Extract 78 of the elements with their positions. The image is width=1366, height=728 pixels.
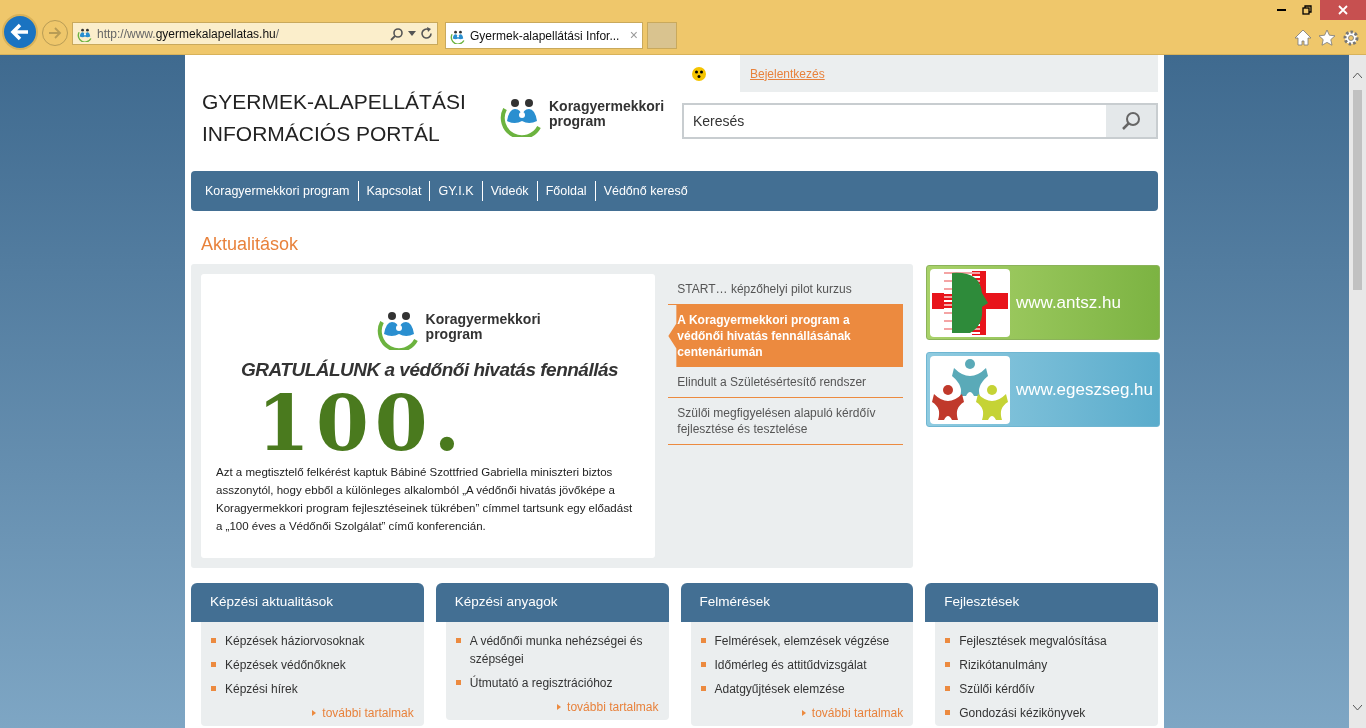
nav-link[interactable]: Videók xyxy=(482,181,537,201)
close-button[interactable] xyxy=(1320,0,1366,20)
bullet-icon xyxy=(945,710,951,715)
box-link[interactable]: Adatgyűjtések elemzése xyxy=(714,680,845,698)
big-number-graphic: 100. xyxy=(257,384,467,463)
scrollbar[interactable] xyxy=(1349,55,1366,728)
slide-headline: GRATULÁLUNK a védőnői hivatás fennállás xyxy=(241,358,619,382)
nav-link[interactable]: Főoldal xyxy=(537,181,595,201)
nav-link[interactable]: Védőnő kereső xyxy=(595,181,696,201)
cross-and-profile-icon xyxy=(930,268,1010,337)
box-link[interactable]: Rizikótanulmány xyxy=(959,656,1048,674)
banner-url: www.egeszseg.hu xyxy=(1016,378,1154,401)
box-link[interactable]: Útmutató a regisztrációhoz xyxy=(469,674,613,692)
box-link[interactable]: Képzések védőnőknek xyxy=(225,656,346,674)
bullet-icon xyxy=(700,638,706,643)
nav-link[interactable]: Kapcsolat xyxy=(358,181,430,201)
star-icon[interactable] xyxy=(1318,29,1336,46)
bullet-icon xyxy=(945,638,951,643)
tab-title: Gyermek-alapellátási Infor... xyxy=(470,27,621,45)
logo-text: Koragyermekkori xyxy=(425,312,541,327)
bullet-icon xyxy=(700,686,706,691)
box-link[interactable]: Gondozási kézikönyvek xyxy=(959,704,1086,722)
nav-link[interactable]: Koragyermekkori program xyxy=(197,181,358,201)
restore-icon xyxy=(1302,5,1312,15)
scrollbar-thumb[interactable] xyxy=(1353,90,1362,290)
search-input[interactable]: Keresés xyxy=(684,105,1106,137)
people-figures-icon xyxy=(930,355,1010,424)
banner-url: www.antsz.hu xyxy=(1016,291,1121,314)
logo-text: program xyxy=(425,327,483,342)
triangle-icon xyxy=(801,710,806,716)
box-link[interactable]: Képzések háziorvosoknak xyxy=(225,632,365,650)
search-icon[interactable] xyxy=(390,26,404,41)
right-arrow-icon xyxy=(48,27,62,39)
accessibility-icon[interactable] xyxy=(692,66,706,81)
browser-tab[interactable]: Gyermek-alapellátási Infor... × xyxy=(445,22,643,49)
news-slide[interactable] xyxy=(201,274,656,558)
triangle-icon xyxy=(312,710,317,716)
settings-icon[interactable] xyxy=(1342,29,1360,47)
back-button[interactable] xyxy=(2,14,38,50)
close-icon xyxy=(1338,5,1348,15)
logo-text: Koragyermekkori xyxy=(549,99,665,114)
triangle-icon xyxy=(557,704,562,710)
scroll-up-icon[interactable] xyxy=(1353,73,1362,78)
search-button[interactable] xyxy=(1106,105,1156,137)
logo-text: program xyxy=(549,114,606,129)
search-field[interactable]: Keresés xyxy=(682,103,1158,139)
bullet-icon xyxy=(211,686,216,691)
news-list-item[interactable]: Szülői megfigyelésen alapuló kérdőív fejlesztése és tesztelése xyxy=(668,398,903,445)
left-arrow-icon xyxy=(10,23,30,41)
bullet-icon xyxy=(455,680,461,685)
bullet-icon xyxy=(211,662,216,667)
box-title: Képzési anyagok xyxy=(454,593,558,612)
address-bar[interactable]: http://www.gyermekalapellatas.hu/ xyxy=(72,22,438,45)
bullet-icon xyxy=(455,638,461,643)
box-link[interactable]: Képzési hírek xyxy=(225,680,298,698)
news-list-item[interactable]: Elindult a Születésértesítő rendszer xyxy=(668,367,903,398)
box-link[interactable]: Felmérések, elemzések végzése xyxy=(714,632,890,650)
url-text: http://www.gyermekalapellatas.hu/ xyxy=(97,25,281,43)
box-title: Felmérések xyxy=(699,593,771,612)
home-icon[interactable] xyxy=(1294,29,1312,46)
box-link[interactable]: Időmérleg és attitűdvizsgálat xyxy=(714,656,867,674)
box-link[interactable]: Fejlesztések megvalósítása xyxy=(959,632,1107,650)
bullet-icon xyxy=(945,686,951,691)
bullet-icon xyxy=(945,662,951,667)
search-icon xyxy=(1121,111,1141,131)
box-title: Képzési aktualitások xyxy=(210,593,334,612)
site-title: INFORMÁCIÓS PORTÁL xyxy=(202,121,441,147)
nav-link[interactable]: GY.I.K xyxy=(430,181,482,201)
section-heading: Aktualitások xyxy=(201,233,300,255)
bullet-icon xyxy=(211,638,216,643)
box-link[interactable]: Szülői kérdőív xyxy=(959,680,1035,698)
site-title: GYERMEK-ALAPELLÁTÁSI xyxy=(202,89,467,115)
dropdown-caret-icon[interactable] xyxy=(408,31,416,36)
refresh-icon[interactable] xyxy=(420,27,433,40)
scroll-down-icon[interactable] xyxy=(1353,705,1362,710)
box-title: Fejlesztések xyxy=(944,593,1020,612)
bullet-icon xyxy=(700,662,706,667)
box-link[interactable]: A védőnői munka nehézségei és szépségei xyxy=(469,632,659,668)
